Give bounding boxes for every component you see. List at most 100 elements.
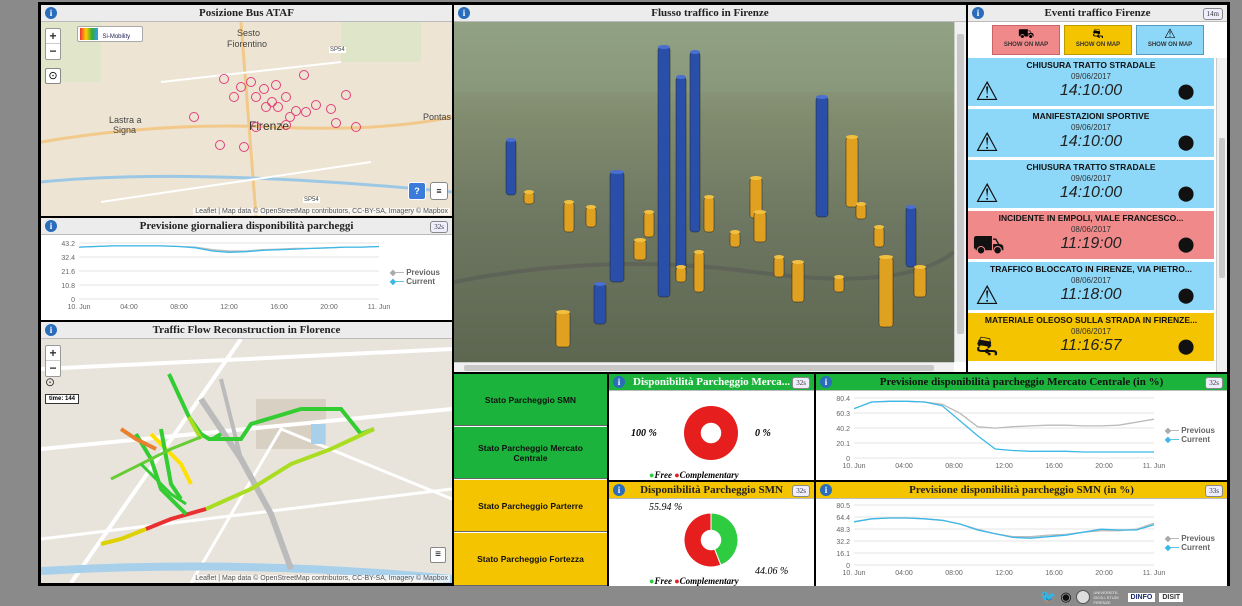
info-icon[interactable]: i bbox=[458, 7, 470, 19]
map-pin-icon[interactable]: ⬤ bbox=[1176, 235, 1196, 253]
bus-marker-icon[interactable] bbox=[281, 120, 291, 130]
ataf-map-roads bbox=[41, 22, 452, 216]
event-item[interactable]: MATERIALE OLEOSO SULLA STRADA IN FIRENZE… bbox=[968, 313, 1214, 363]
refresh-badge: 32s bbox=[792, 485, 810, 497]
layers-icon[interactable]: ≡ bbox=[430, 547, 446, 563]
series-line-current bbox=[853, 517, 1155, 539]
bus-marker-icon[interactable] bbox=[251, 122, 261, 132]
vertical-scrollbar[interactable] bbox=[954, 22, 966, 362]
slippery-road-icon: ⛐ bbox=[1092, 26, 1104, 41]
legend-complementary: Complementary bbox=[679, 576, 739, 586]
bus-marker-icon[interactable] bbox=[215, 140, 225, 150]
map-pin-icon[interactable]: ⬤ bbox=[1176, 184, 1196, 202]
bus-marker-icon[interactable] bbox=[236, 82, 246, 92]
info-icon[interactable]: i bbox=[972, 7, 984, 19]
zoom-in-button[interactable]: + bbox=[46, 346, 60, 361]
bus-marker-icon[interactable] bbox=[326, 104, 336, 114]
zoom-out-button[interactable]: − bbox=[46, 44, 60, 59]
traffic-bar-cap bbox=[676, 265, 686, 269]
bus-marker-icon[interactable] bbox=[311, 100, 321, 110]
help-icon[interactable]: ? bbox=[408, 182, 426, 200]
event-time: 14:10:00 bbox=[1059, 133, 1123, 150]
show-on-map-road-button[interactable]: ⛐ SHOW ON MAP bbox=[1064, 25, 1132, 55]
zoom-in-button[interactable]: + bbox=[46, 29, 60, 44]
parking-status-smn[interactable]: Stato Parcheggio SMN bbox=[454, 374, 607, 426]
events-scrollbar[interactable] bbox=[1216, 58, 1227, 372]
flusso-3d-scene bbox=[454, 22, 954, 348]
horizontal-scrollbar[interactable] bbox=[454, 362, 954, 372]
show-on-map-warnings-button[interactable]: ⚠ SHOW ON MAP bbox=[1136, 25, 1204, 55]
bus-marker-icon[interactable] bbox=[281, 92, 291, 102]
event-date: 09/06/2017 bbox=[1070, 72, 1112, 81]
info-icon[interactable]: i bbox=[820, 376, 832, 388]
traffic-recon-map[interactable]: + − ⊙ time: 144 ≡ Leaflet | Map data © O… bbox=[41, 339, 452, 583]
info-icon[interactable]: i bbox=[45, 324, 57, 336]
zoom-out-button[interactable]: − bbox=[46, 361, 60, 376]
bus-marker-icon[interactable] bbox=[219, 74, 229, 84]
si-mobility-icon bbox=[80, 28, 98, 40]
locate-icon[interactable]: ⊙ bbox=[45, 68, 61, 84]
event-item[interactable]: CHIUSURA TRATTO STRADALE ⚠ 09/06/2017 14:10… bbox=[968, 58, 1214, 108]
info-icon[interactable]: i bbox=[820, 484, 832, 496]
info-icon[interactable]: i bbox=[613, 376, 625, 388]
traffic-bar-cap bbox=[834, 275, 844, 279]
x-tick-label: 16:00 bbox=[1045, 463, 1063, 470]
traffic-recon-roads bbox=[41, 339, 452, 583]
bus-marker-icon[interactable] bbox=[189, 112, 199, 122]
twitter-icon[interactable]: 🐦 bbox=[1040, 589, 1056, 605]
x-tick-label: 20:00 bbox=[1095, 570, 1113, 577]
parking-status-parterre[interactable]: Stato Parcheggio Parterre bbox=[454, 480, 607, 532]
si-mobility-logo[interactable]: Si-Mobility bbox=[77, 26, 143, 42]
map-pin-icon[interactable]: ⬤ bbox=[1176, 337, 1196, 355]
y-tick-label: 64.4 bbox=[836, 515, 850, 522]
university-seal-icon bbox=[1075, 590, 1090, 604]
bus-marker-icon[interactable] bbox=[341, 90, 351, 100]
bus-marker-icon[interactable] bbox=[229, 92, 239, 102]
traffic-bar bbox=[873, 226, 885, 248]
place-label: Signa bbox=[113, 125, 137, 135]
show-on-map-accidents-button[interactable]: ⛟ SHOW ON MAP bbox=[992, 25, 1060, 55]
legend-free: Free bbox=[654, 576, 672, 586]
layers-icon[interactable]: ≡ bbox=[430, 182, 448, 200]
x-tick-label: 20:00 bbox=[1095, 463, 1113, 470]
bus-marker-icon[interactable] bbox=[273, 102, 283, 112]
traffic-bar bbox=[791, 261, 805, 303]
bus-marker-icon[interactable] bbox=[291, 106, 301, 116]
footer-logos: 🐦 ◉ UNIVERSITÀ DEGLI STUDI FIRENZE DINFO… bbox=[1040, 589, 1184, 605]
map-pin-icon[interactable]: ⬤ bbox=[1176, 82, 1196, 100]
locate-icon[interactable]: ⊙ bbox=[45, 375, 55, 389]
info-icon[interactable]: i bbox=[45, 220, 57, 232]
warning-icon: ⚠ bbox=[975, 127, 999, 157]
bus-marker-icon[interactable] bbox=[271, 80, 281, 90]
map-pin-icon[interactable]: ⬤ bbox=[1176, 286, 1196, 304]
parking-status-mercato[interactable]: Stato Parcheggio Mercato Centrale bbox=[454, 427, 607, 479]
parking-forecast-panel: i Previsione giornaliera disponibilità p… bbox=[41, 218, 452, 320]
map-pin-icon[interactable]: ⬤ bbox=[1176, 133, 1196, 151]
event-item[interactable]: CHIUSURA TRATTO STRADALE ⚠ 09/06/2017 14:10… bbox=[968, 160, 1214, 210]
info-icon[interactable]: i bbox=[45, 7, 57, 19]
traffic-bar bbox=[833, 276, 845, 293]
chart-legend: ◆— Previous ◆— Current bbox=[389, 268, 440, 286]
parking-status-fortezza[interactable]: Stato Parcheggio Fortezza bbox=[454, 533, 607, 586]
bus-marker-icon[interactable] bbox=[301, 107, 311, 117]
traffic-bar bbox=[905, 206, 917, 268]
bus-marker-icon[interactable] bbox=[351, 122, 361, 132]
bus-marker-icon[interactable] bbox=[251, 92, 261, 102]
bus-marker-icon[interactable] bbox=[246, 77, 256, 87]
bus-marker-icon[interactable] bbox=[259, 84, 269, 94]
bus-marker-icon[interactable] bbox=[331, 118, 341, 128]
ataf-map[interactable]: Sesto Fiorentino Lastra a Signa Firenze … bbox=[41, 22, 452, 216]
event-item[interactable]: INCIDENTE IN EMPOLI, VIALE FRANCESCO... ⛟… bbox=[968, 211, 1214, 261]
warning-icon: ⚠ bbox=[975, 178, 999, 208]
traffic-bar-cap bbox=[750, 176, 762, 180]
event-item[interactable]: MANIFESTAZIONI SPORTIVE ⚠ 09/06/2017 14:10:… bbox=[968, 109, 1214, 159]
info-icon[interactable]: i bbox=[613, 484, 625, 496]
bus-marker-icon[interactable] bbox=[299, 70, 309, 80]
bus-marker-icon[interactable] bbox=[239, 142, 249, 152]
event-item[interactable]: TRAFFICO BLOCCATO IN FIRENZE, VIA PIETRO… bbox=[968, 262, 1214, 312]
flusso-3d-view[interactable] bbox=[454, 22, 954, 362]
x-tick-label: 11. Jun bbox=[1143, 570, 1166, 577]
traffic-bar bbox=[609, 171, 625, 283]
parking-forecast-title: Previsione giornaliera disponibilità par… bbox=[139, 220, 354, 232]
y-tick-label: 60.3 bbox=[836, 411, 850, 418]
